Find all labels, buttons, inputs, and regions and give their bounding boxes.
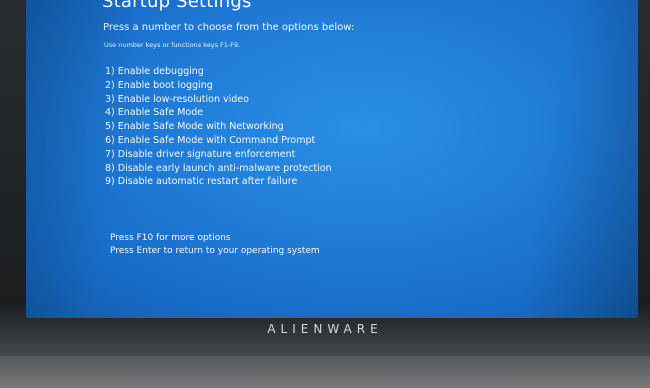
return-to-os-prompt[interactable]: Press Enter to return to your operating … — [110, 246, 320, 256]
more-options-prompt[interactable]: Press F10 for more options — [110, 233, 231, 243]
option-enable-boot-logging[interactable]: 2) Enable boot logging — [105, 79, 332, 93]
startup-options-list: 1) Enable debugging 2) Enable boot loggi… — [105, 65, 332, 189]
page-title: Startup Settings — [102, 0, 252, 12]
keys-hint: Use number keys or functions keys F1-F9. — [104, 41, 241, 49]
option-disable-driver-signature[interactable]: 7) Disable driver signature enforcement — [105, 148, 332, 162]
alienware-logo: ALIENWARE — [267, 322, 383, 336]
option-safe-mode-networking[interactable]: 5) Enable Safe Mode with Networking — [105, 120, 332, 134]
startup-settings-screen: Startup Settings Press a number to choos… — [26, 0, 638, 318]
instruction-text: Press a number to choose from the option… — [103, 22, 355, 33]
option-disable-early-launch-antimalware[interactable]: 8) Disable early launch anti-malware pro… — [105, 162, 332, 176]
option-enable-safe-mode[interactable]: 4) Enable Safe Mode — [105, 106, 332, 120]
option-disable-automatic-restart[interactable]: 9) Disable automatic restart after failu… — [105, 175, 332, 189]
laptop-chin — [0, 356, 650, 388]
option-enable-debugging[interactable]: 1) Enable debugging — [105, 65, 332, 79]
option-safe-mode-command-prompt[interactable]: 6) Enable Safe Mode with Command Prompt — [105, 134, 332, 148]
option-enable-low-resolution-video[interactable]: 3) Enable low-resolution video — [105, 93, 332, 107]
